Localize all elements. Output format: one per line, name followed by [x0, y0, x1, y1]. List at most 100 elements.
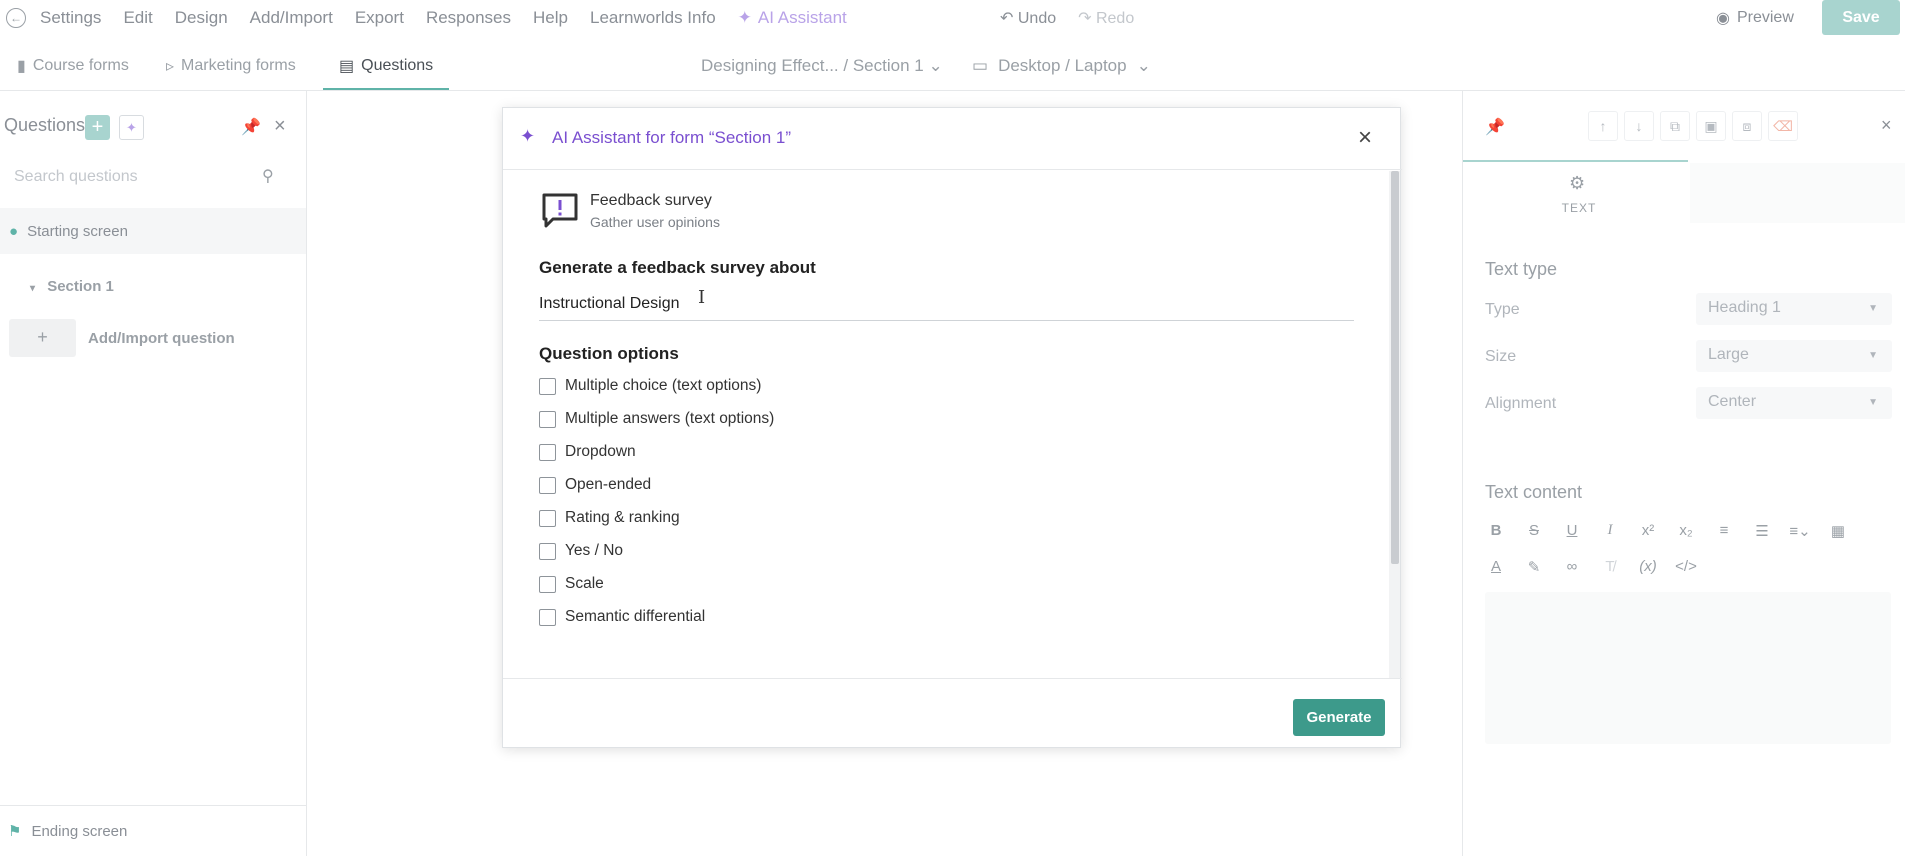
- italic-icon[interactable]: I: [1599, 522, 1621, 540]
- tab-course-forms[interactable]: ▮ Course forms: [17, 56, 129, 76]
- topic-input[interactable]: [539, 287, 1354, 321]
- table-icon[interactable]: ▦: [1827, 522, 1849, 540]
- clear-format-icon[interactable]: T̸: [1599, 558, 1621, 576]
- bold-icon[interactable]: B: [1485, 522, 1507, 540]
- starting-screen-item[interactable]: ● Starting screen: [0, 208, 306, 254]
- type-select[interactable]: Heading 1 ▼: [1696, 293, 1892, 325]
- menu-edit[interactable]: Edit: [123, 8, 152, 28]
- option-yes-no[interactable]: Yes / No: [539, 542, 623, 560]
- checkbox[interactable]: [539, 575, 556, 593]
- breadcrumb-dropdown[interactable]: Designing Effect... / Section 1 ⌄: [701, 56, 943, 76]
- menu-help[interactable]: Help: [533, 8, 568, 28]
- checkbox[interactable]: [539, 608, 556, 626]
- menu-design[interactable]: Design: [175, 8, 228, 28]
- menu-responses[interactable]: Responses: [426, 8, 511, 28]
- add-import-question-link[interactable]: Add/Import question: [88, 330, 235, 347]
- option-label: Multiple choice (text options): [565, 377, 762, 394]
- superscript-icon[interactable]: x²: [1637, 522, 1659, 540]
- add-question-plus-button[interactable]: +: [9, 319, 76, 357]
- move-down-icon[interactable]: ↓: [1624, 111, 1654, 141]
- numbered-list-icon[interactable]: ☰: [1751, 522, 1773, 540]
- menu-settings[interactable]: Settings: [40, 8, 101, 28]
- checkbox[interactable]: [539, 443, 556, 461]
- move-up-icon[interactable]: ↑: [1588, 111, 1618, 141]
- checkbox[interactable]: [539, 476, 556, 494]
- duplicate-icon[interactable]: ⧉: [1660, 111, 1690, 141]
- ending-screen-label: Ending screen: [31, 822, 128, 840]
- close-icon[interactable]: ×: [1881, 115, 1892, 136]
- alignment-select[interactable]: Center ▼: [1696, 387, 1892, 419]
- close-icon[interactable]: ×: [1358, 124, 1372, 152]
- section-item[interactable]: ▾ Section 1: [30, 278, 114, 295]
- undo-icon: ↶: [1000, 10, 1014, 27]
- checkbox[interactable]: [539, 509, 556, 527]
- formatting-toolbar-row-2: A ✎ ∞ T̸ (x) </>: [1485, 558, 1697, 576]
- undo-button[interactable]: ↶ Undo: [1000, 8, 1056, 28]
- size-select-value: Large: [1708, 346, 1749, 363]
- code-icon[interactable]: </>: [1675, 558, 1697, 576]
- menu-export[interactable]: Export: [355, 8, 404, 28]
- chevron-down-icon: ⌄: [1136, 56, 1151, 75]
- bar-chart-icon: ▮: [17, 58, 26, 75]
- size-select[interactable]: Large ▼: [1696, 340, 1892, 372]
- ending-screen-item[interactable]: ⚑ Ending screen: [0, 805, 306, 856]
- alignment-label: Alignment: [1485, 395, 1557, 412]
- undo-redo-group: ↶ Undo ↷ Redo: [1000, 8, 1134, 28]
- option-multiple-choice[interactable]: Multiple choice (text options): [539, 377, 761, 395]
- preview-button[interactable]: ◉ Preview: [1716, 8, 1794, 28]
- inspector-panel: 📌 ↑ ↓ ⧉ ▣ ⧈ ⌫ × ⚙ TEXT Text type Type He…: [1462, 91, 1905, 856]
- align-icon[interactable]: ≡⌄: [1789, 522, 1811, 540]
- checkbox[interactable]: [539, 377, 556, 395]
- tab-questions[interactable]: ▤ Questions: [339, 56, 433, 76]
- variable-icon[interactable]: (x): [1637, 558, 1659, 576]
- checkbox[interactable]: [539, 410, 556, 428]
- size-label: Size: [1485, 348, 1517, 365]
- active-tab-indicator: [1463, 160, 1688, 162]
- option-rating-ranking[interactable]: Rating & ranking: [539, 509, 680, 527]
- ai-sparkle-button[interactable]: ✦: [119, 115, 144, 140]
- text-content-editor[interactable]: [1485, 592, 1891, 744]
- strikethrough-icon[interactable]: S: [1523, 522, 1545, 540]
- bullet-list-icon[interactable]: ≡: [1713, 522, 1735, 540]
- inspector-tab-text[interactable]: TEXT: [1559, 201, 1599, 215]
- tab-marketing-forms[interactable]: ▹ Marketing forms: [166, 56, 296, 76]
- search-input[interactable]: Search questions: [4, 161, 294, 191]
- menu-learnworlds-info[interactable]: Learnworlds Info: [590, 8, 716, 28]
- highlight-pen-icon[interactable]: ✎: [1523, 558, 1545, 576]
- feedback-speech-bubble-icon: [542, 193, 578, 228]
- device-dropdown[interactable]: ▭ Desktop / Laptop ⌄: [972, 56, 1151, 76]
- modal-scrollbar-thumb[interactable]: [1391, 171, 1399, 564]
- menu-add-import[interactable]: Add/Import: [250, 8, 333, 28]
- modal-footer: Generate: [503, 678, 1402, 748]
- sparkle-icon: ✦: [737, 8, 752, 27]
- generate-button[interactable]: Generate: [1293, 699, 1385, 736]
- option-label: Scale: [565, 575, 604, 592]
- add-question-button[interactable]: +: [85, 115, 110, 140]
- megaphone-icon: ▹: [166, 58, 175, 75]
- subscript-icon[interactable]: x₂: [1675, 522, 1697, 540]
- section-label: Section 1: [47, 278, 114, 295]
- underline-icon[interactable]: U: [1561, 522, 1583, 540]
- copy-icon[interactable]: ▣: [1696, 111, 1726, 141]
- pin-icon[interactable]: 📌: [1485, 117, 1505, 137]
- option-open-ended[interactable]: Open-ended: [539, 476, 651, 494]
- option-scale[interactable]: Scale: [539, 575, 604, 593]
- trash-icon[interactable]: ⌫: [1768, 111, 1798, 141]
- checkbox[interactable]: [539, 542, 556, 560]
- active-tab-indicator: [323, 88, 449, 90]
- option-multiple-answers[interactable]: Multiple answers (text options): [539, 410, 774, 428]
- paste-icon[interactable]: ⧈: [1732, 111, 1762, 141]
- option-semantic-differential[interactable]: Semantic differential: [539, 608, 705, 626]
- text-color-icon[interactable]: A: [1485, 558, 1507, 576]
- back-arrow-icon[interactable]: ←: [6, 8, 26, 28]
- link-icon[interactable]: ∞: [1561, 558, 1583, 576]
- menu-ai-assistant[interactable]: ✦ AI Assistant: [738, 8, 847, 28]
- save-button[interactable]: Save: [1822, 0, 1900, 35]
- gear-icon[interactable]: ⚙: [1569, 173, 1585, 194]
- type-select-value: Heading 1: [1708, 299, 1781, 316]
- redo-button[interactable]: ↷ Redo: [1078, 8, 1134, 28]
- pin-icon[interactable]: 📌: [241, 117, 261, 137]
- close-icon[interactable]: ×: [274, 115, 286, 138]
- search-icon[interactable]: ⚲: [262, 166, 274, 186]
- option-dropdown[interactable]: Dropdown: [539, 443, 636, 461]
